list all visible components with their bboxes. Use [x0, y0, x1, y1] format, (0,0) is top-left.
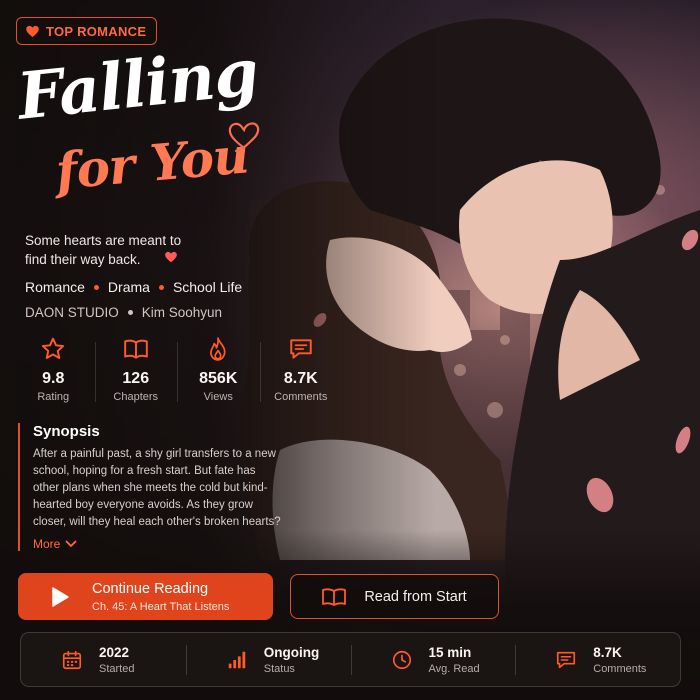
- comment-icon: [557, 651, 576, 668]
- series-info-bar: 2022 Started Ongoing Status 15 min Avg. …: [20, 632, 681, 687]
- genre-separator: [158, 284, 164, 290]
- flame-icon: [210, 337, 226, 361]
- chevron-down-icon[interactable]: [65, 540, 77, 548]
- info-comments[interactable]: 8.7K Comments: [515, 633, 680, 686]
- stat-value: 9.8: [42, 370, 65, 387]
- top-romance-badge: TOP ROMANCE: [16, 17, 158, 45]
- genre-tag[interactable]: School Life: [173, 279, 242, 295]
- read-from-start-button[interactable]: Read from Start: [290, 574, 499, 619]
- stat-rating: 9.8 Rating: [12, 336, 95, 408]
- info-value: 15 min: [428, 644, 472, 660]
- credits: DAON STUDIO Kim Soohyun: [25, 305, 222, 320]
- info-text: 15 min Avg. Read: [429, 645, 480, 675]
- more-label[interactable]: More: [33, 537, 60, 551]
- comment-icon: [290, 339, 312, 359]
- info-text: 2022 Started: [99, 645, 134, 675]
- stat-label: Comments: [274, 391, 328, 403]
- stat-value: 856K: [199, 370, 238, 387]
- stat-comments: 8.7K Comments: [259, 336, 343, 408]
- studio-name[interactable]: DAON STUDIO: [25, 305, 119, 320]
- info-value: 2022: [99, 644, 130, 660]
- current-chapter-label: Ch. 45: A Heart That Listens: [92, 600, 230, 613]
- stat-label: Chapters: [113, 391, 159, 403]
- stat-label: Rating: [37, 391, 70, 403]
- book-icon: [322, 587, 347, 606]
- author-name[interactable]: Kim Soohyun: [142, 305, 222, 320]
- genre-list: Romance Drama School Life: [25, 279, 242, 295]
- genre-tag[interactable]: Drama: [108, 279, 150, 295]
- clock-icon: [392, 650, 411, 669]
- info-status: Ongoing Status: [185, 633, 351, 686]
- heart-icon: [26, 25, 39, 37]
- stat-label: Views: [203, 391, 233, 403]
- info-label: Status: [263, 662, 295, 675]
- info-avg-read: 15 min Avg. Read: [350, 633, 516, 686]
- stat-value: 126: [122, 370, 150, 387]
- genre-separator: [93, 284, 99, 290]
- continue-reading-label: Continue Reading: [92, 580, 209, 597]
- star-icon: [42, 337, 65, 359]
- continue-reading-text: Continue Reading Ch. 45: A Heart That Li…: [92, 581, 229, 613]
- signal-icon: [228, 651, 245, 668]
- read-from-start-label: Read from Start: [364, 588, 467, 605]
- continue-reading-button[interactable]: Continue Reading Ch. 45: A Heart That Li…: [18, 573, 273, 620]
- info-started: 2022 Started: [21, 633, 186, 686]
- small-heart-icon: [165, 251, 177, 263]
- info-label: Started: [99, 662, 135, 675]
- info-text: 8.7K Comments: [593, 645, 646, 675]
- synopsis-text: After a painful past, a shy girl transfe…: [33, 448, 281, 528]
- synopsis-section: Synopsis After a painful past, a shy gir…: [18, 423, 283, 551]
- play-icon: [52, 586, 69, 607]
- more-link[interactable]: More: [33, 537, 283, 551]
- info-text: Ongoing Status: [264, 645, 319, 675]
- credits-separator: [127, 310, 133, 315]
- info-label: Avg. Read: [428, 662, 480, 675]
- title-heart-icon: [228, 122, 260, 152]
- info-value: Ongoing: [263, 644, 320, 660]
- stat-views: 856K Views: [177, 336, 260, 408]
- info-value: 8.7K: [593, 644, 622, 660]
- book-icon: [123, 339, 148, 359]
- badge-label: TOP ROMANCE: [46, 23, 147, 39]
- stat-value: 8.7K: [283, 370, 318, 387]
- genre-tag[interactable]: Romance: [25, 279, 85, 295]
- stats-row: 9.8 Rating 126 Chapters 856K Views 8.7K …: [12, 336, 342, 408]
- stat-chapters: 126 Chapters: [94, 336, 178, 408]
- calendar-icon: [62, 650, 82, 669]
- info-label: Comments: [593, 662, 647, 675]
- synopsis-heading: Synopsis: [33, 423, 100, 440]
- tagline: Some hearts are meant to find their way …: [25, 233, 182, 267]
